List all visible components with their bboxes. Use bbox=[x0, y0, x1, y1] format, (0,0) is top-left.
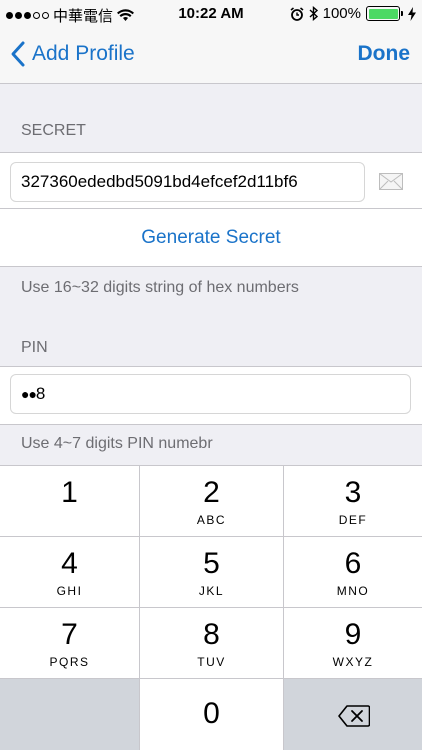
pin-last-char: 8 bbox=[35, 384, 46, 403]
key-digit: 9 bbox=[344, 618, 362, 651]
key-digit: 8 bbox=[203, 618, 220, 651]
generate-secret-button[interactable]: Generate Secret bbox=[0, 227, 422, 249]
key-3[interactable]: 3 DEF bbox=[284, 466, 422, 536]
back-button[interactable]: Add Profile bbox=[10, 40, 135, 68]
pin-input[interactable]: ●● 8 bbox=[10, 374, 411, 414]
pin-masked-chars: ●● bbox=[21, 386, 37, 402]
key-4[interactable]: 4 GHI bbox=[0, 537, 139, 607]
key-letters: TUV bbox=[197, 655, 226, 669]
key-letters: WXYZ bbox=[332, 655, 374, 669]
key-8[interactable]: 8 TUV bbox=[140, 608, 283, 678]
key-letters: GHI bbox=[56, 584, 83, 598]
battery-percent: 100% bbox=[322, 5, 361, 22]
key-6[interactable]: 6 MNO bbox=[284, 537, 422, 607]
pin-hint: Use 4~7 digits PIN numebr bbox=[21, 435, 213, 452]
key-digit: 5 bbox=[203, 547, 220, 580]
key-letters: PQRS bbox=[49, 655, 90, 669]
secret-hint: Use 16~32 digits string of hex numbers bbox=[21, 279, 299, 296]
bluetooth-icon bbox=[309, 6, 318, 21]
key-digit: 2 bbox=[203, 476, 220, 509]
key-digit: 1 bbox=[61, 476, 78, 509]
key-digit: 0 bbox=[203, 697, 220, 730]
divider bbox=[0, 266, 422, 267]
key-letters: DEF bbox=[338, 513, 368, 527]
alarm-icon bbox=[290, 6, 304, 21]
chevron-left-icon bbox=[11, 41, 25, 67]
key-digit: 7 bbox=[61, 618, 78, 651]
keypad-blank-key bbox=[0, 679, 139, 750]
key-7[interactable]: 7 PQRS bbox=[0, 608, 139, 678]
divider bbox=[0, 424, 422, 425]
status-bar: 中華電信 10:22 AM 100% bbox=[0, 0, 422, 28]
key-digit: 4 bbox=[61, 547, 78, 580]
key-0[interactable]: 0 bbox=[140, 679, 283, 750]
navigation-bar: Add Profile Done bbox=[0, 28, 422, 84]
back-button-label: Add Profile bbox=[32, 42, 135, 65]
key-1[interactable]: 1 bbox=[0, 466, 139, 536]
done-button[interactable]: Done bbox=[358, 42, 411, 66]
charging-icon bbox=[408, 6, 416, 21]
status-right: 100% bbox=[290, 5, 416, 22]
pin-section-header: PIN bbox=[21, 339, 48, 356]
key-5[interactable]: 5 JKL bbox=[140, 537, 283, 607]
backspace-icon[interactable] bbox=[338, 705, 370, 727]
key-9[interactable]: 9 WXYZ bbox=[284, 608, 422, 678]
divider bbox=[0, 208, 422, 209]
key-digit: 6 bbox=[344, 547, 362, 580]
mail-icon[interactable] bbox=[379, 173, 403, 190]
key-letters: ABC bbox=[196, 513, 227, 527]
key-2[interactable]: 2 ABC bbox=[140, 466, 283, 536]
key-digit: 3 bbox=[344, 476, 362, 509]
secret-section-header: SECRET bbox=[21, 122, 86, 139]
battery-icon bbox=[366, 6, 403, 21]
secret-input[interactable]: 327360ededbd5091bd4efcef2d11bf6 bbox=[10, 162, 365, 202]
key-letters: MNO bbox=[336, 584, 370, 598]
key-letters: JKL bbox=[198, 584, 225, 598]
